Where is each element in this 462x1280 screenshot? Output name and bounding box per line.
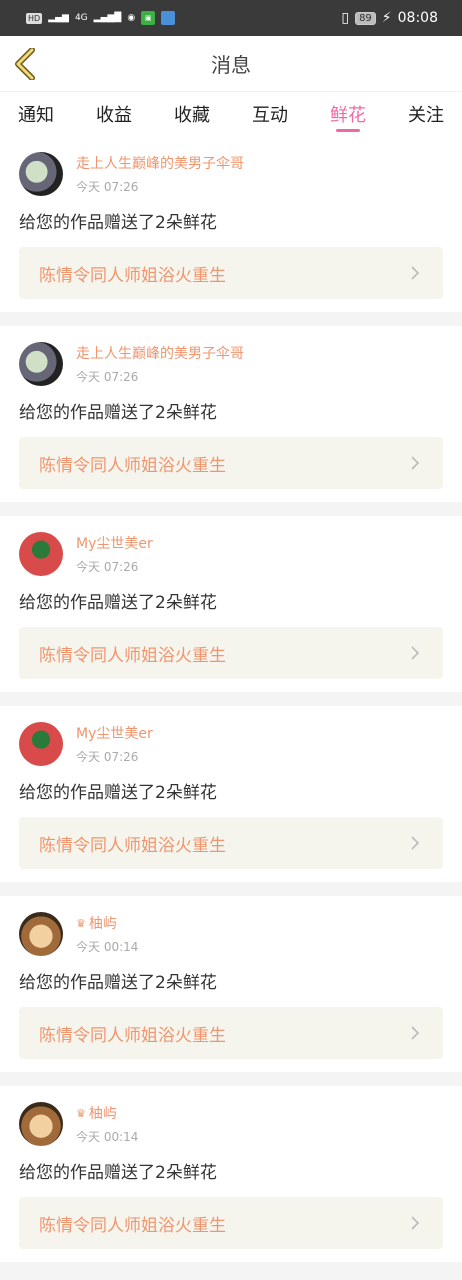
work-title: 陈情令同人师姐浴火重生 [39, 645, 226, 666]
sender-meta: ♛ 柚屿 今天 00:14 [76, 913, 138, 955]
chevron-right-icon [411, 266, 420, 280]
sender-meta: My尘世美er 今天 07:26 [76, 723, 153, 765]
sender-name-text: 柚屿 [88, 916, 117, 932]
page-title: 消息 [211, 53, 251, 77]
sender-name[interactable]: ♛ 柚屿 [76, 1103, 138, 1123]
sender-name[interactable]: My尘世美er [76, 533, 153, 553]
hd-indicator: HD [26, 12, 43, 24]
work-link[interactable]: 陈情令同人师姐浴火重生 [19, 817, 443, 869]
sender-row: ♛ 柚屿 今天 00:14 [19, 1102, 443, 1146]
timestamp: 今天 07:26 [76, 180, 139, 194]
status-right: ▯ 89 ⚡ 08:08 [341, 10, 438, 26]
app-notification-icon-2 [161, 11, 176, 25]
tab-interactions[interactable]: 互动 [252, 92, 288, 136]
eye-icon: ◉ [127, 13, 136, 23]
message-card: My尘世美er 今天 07:26 给您的作品赠送了2朵鲜花 陈情令同人师姐浴火重… [0, 516, 462, 692]
tab-favorites[interactable]: 收藏 [174, 92, 210, 136]
sender-meta: 走上人生巅峰的美男子伞哥 今天 07:26 [76, 153, 244, 195]
sender-row: 走上人生巅峰的美男子伞哥 今天 07:26 [19, 152, 443, 196]
network-label: 4G [74, 13, 88, 23]
message-card: 走上人生巅峰的美男子伞哥 今天 07:26 给您的作品赠送了2朵鲜花 陈情令同人… [0, 136, 462, 312]
chevron-right-icon [411, 456, 420, 470]
work-link[interactable]: 陈情令同人师姐浴火重生 [19, 627, 443, 679]
work-title: 陈情令同人师姐浴火重生 [39, 265, 226, 286]
sender-row: 走上人生巅峰的美男子伞哥 今天 07:26 [19, 342, 443, 386]
status-left: HD ▂▄▆ 4G ▂▄▆█ ◉ ▣ [26, 11, 176, 25]
chevron-right-icon [411, 646, 420, 660]
work-title: 陈情令同人师姐浴火重生 [39, 835, 226, 856]
vibrate-icon: ▯ [341, 10, 350, 26]
signal-icon: ▂▄▆ [48, 13, 69, 23]
sender-meta: 走上人生巅峰的美男子伞哥 今天 07:26 [76, 343, 244, 385]
battery-indicator: 89 [355, 11, 376, 25]
sender-name[interactable]: 走上人生巅峰的美男子伞哥 [76, 153, 244, 173]
message-card: 走上人生巅峰的美男子伞哥 今天 07:26 给您的作品赠送了2朵鲜花 陈情令同人… [0, 326, 462, 502]
tab-follows[interactable]: 关注 [408, 92, 444, 136]
tab-earnings[interactable]: 收益 [96, 92, 132, 136]
message-card: My尘世美er 今天 07:26 给您的作品赠送了2朵鲜花 陈情令同人师姐浴火重… [0, 706, 462, 882]
back-button[interactable] [10, 46, 40, 82]
chevron-right-icon [411, 836, 420, 850]
timestamp: 今天 07:26 [76, 560, 139, 574]
avatar[interactable] [19, 342, 63, 386]
tab-flowers[interactable]: 鲜花 [330, 92, 366, 136]
timestamp: 今天 07:26 [76, 750, 139, 764]
sender-name[interactable]: My尘世美er [76, 723, 153, 743]
sender-row: My尘世美er 今天 07:26 [19, 532, 443, 576]
work-link[interactable]: 陈情令同人师姐浴火重生 [19, 1197, 443, 1249]
sender-row: ♛ 柚屿 今天 00:14 [19, 912, 443, 956]
message-text: 给您的作品赠送了2朵鲜花 [19, 973, 217, 993]
work-title: 陈情令同人师姐浴火重生 [39, 1215, 226, 1236]
chevron-right-icon [411, 1026, 420, 1040]
back-chevron-icon [15, 48, 35, 80]
sender-meta: My尘世美er 今天 07:26 [76, 533, 153, 575]
avatar[interactable] [19, 722, 63, 766]
tab-bar: 通知 收益 收藏 互动 鲜花 关注 [0, 92, 462, 136]
clock: 08:08 [397, 10, 438, 26]
message-card: ♛ 柚屿 今天 00:14 给您的作品赠送了2朵鲜花 陈情令同人师姐浴火重生 [0, 1086, 462, 1262]
crown-icon: ♛ [76, 1106, 86, 1120]
sender-row: My尘世美er 今天 07:26 [19, 722, 443, 766]
message-text: 给您的作品赠送了2朵鲜花 [19, 783, 217, 803]
message-text: 给您的作品赠送了2朵鲜花 [19, 593, 217, 613]
tab-notifications[interactable]: 通知 [18, 92, 54, 136]
work-link[interactable]: 陈情令同人师姐浴火重生 [19, 1007, 443, 1059]
work-title: 陈情令同人师姐浴火重生 [39, 1025, 226, 1046]
status-bar: HD ▂▄▆ 4G ▂▄▆█ ◉ ▣ ▯ 89 ⚡ 08:08 [0, 0, 462, 36]
avatar[interactable] [19, 912, 63, 956]
signal-icon-2: ▂▄▆█ [93, 13, 122, 23]
app-notification-icon: ▣ [141, 11, 156, 25]
crown-icon: ♛ [76, 916, 86, 930]
timestamp: 今天 07:26 [76, 370, 139, 384]
timestamp: 今天 00:14 [76, 1130, 139, 1144]
avatar[interactable] [19, 152, 63, 196]
timestamp: 今天 00:14 [76, 940, 139, 954]
message-card: ♛ 柚屿 今天 00:14 给您的作品赠送了2朵鲜花 陈情令同人师姐浴火重生 [0, 896, 462, 1072]
work-link[interactable]: 陈情令同人师姐浴火重生 [19, 247, 443, 299]
work-title: 陈情令同人师姐浴火重生 [39, 455, 226, 476]
avatar[interactable] [19, 532, 63, 576]
message-text: 给您的作品赠送了2朵鲜花 [19, 1163, 217, 1183]
message-text: 给您的作品赠送了2朵鲜花 [19, 403, 217, 423]
avatar[interactable] [19, 1102, 63, 1146]
chevron-right-icon [411, 1216, 420, 1230]
message-list: 走上人生巅峰的美男子伞哥 今天 07:26 给您的作品赠送了2朵鲜花 陈情令同人… [0, 136, 462, 1262]
sender-name[interactable]: 走上人生巅峰的美男子伞哥 [76, 343, 244, 363]
sender-name[interactable]: ♛ 柚屿 [76, 913, 138, 933]
charging-icon: ⚡ [381, 10, 392, 26]
sender-meta: ♛ 柚屿 今天 00:14 [76, 1103, 138, 1145]
message-text: 给您的作品赠送了2朵鲜花 [19, 213, 217, 233]
sender-name-text: 柚屿 [88, 1106, 117, 1122]
app-header: 消息 [0, 36, 462, 92]
work-link[interactable]: 陈情令同人师姐浴火重生 [19, 437, 443, 489]
